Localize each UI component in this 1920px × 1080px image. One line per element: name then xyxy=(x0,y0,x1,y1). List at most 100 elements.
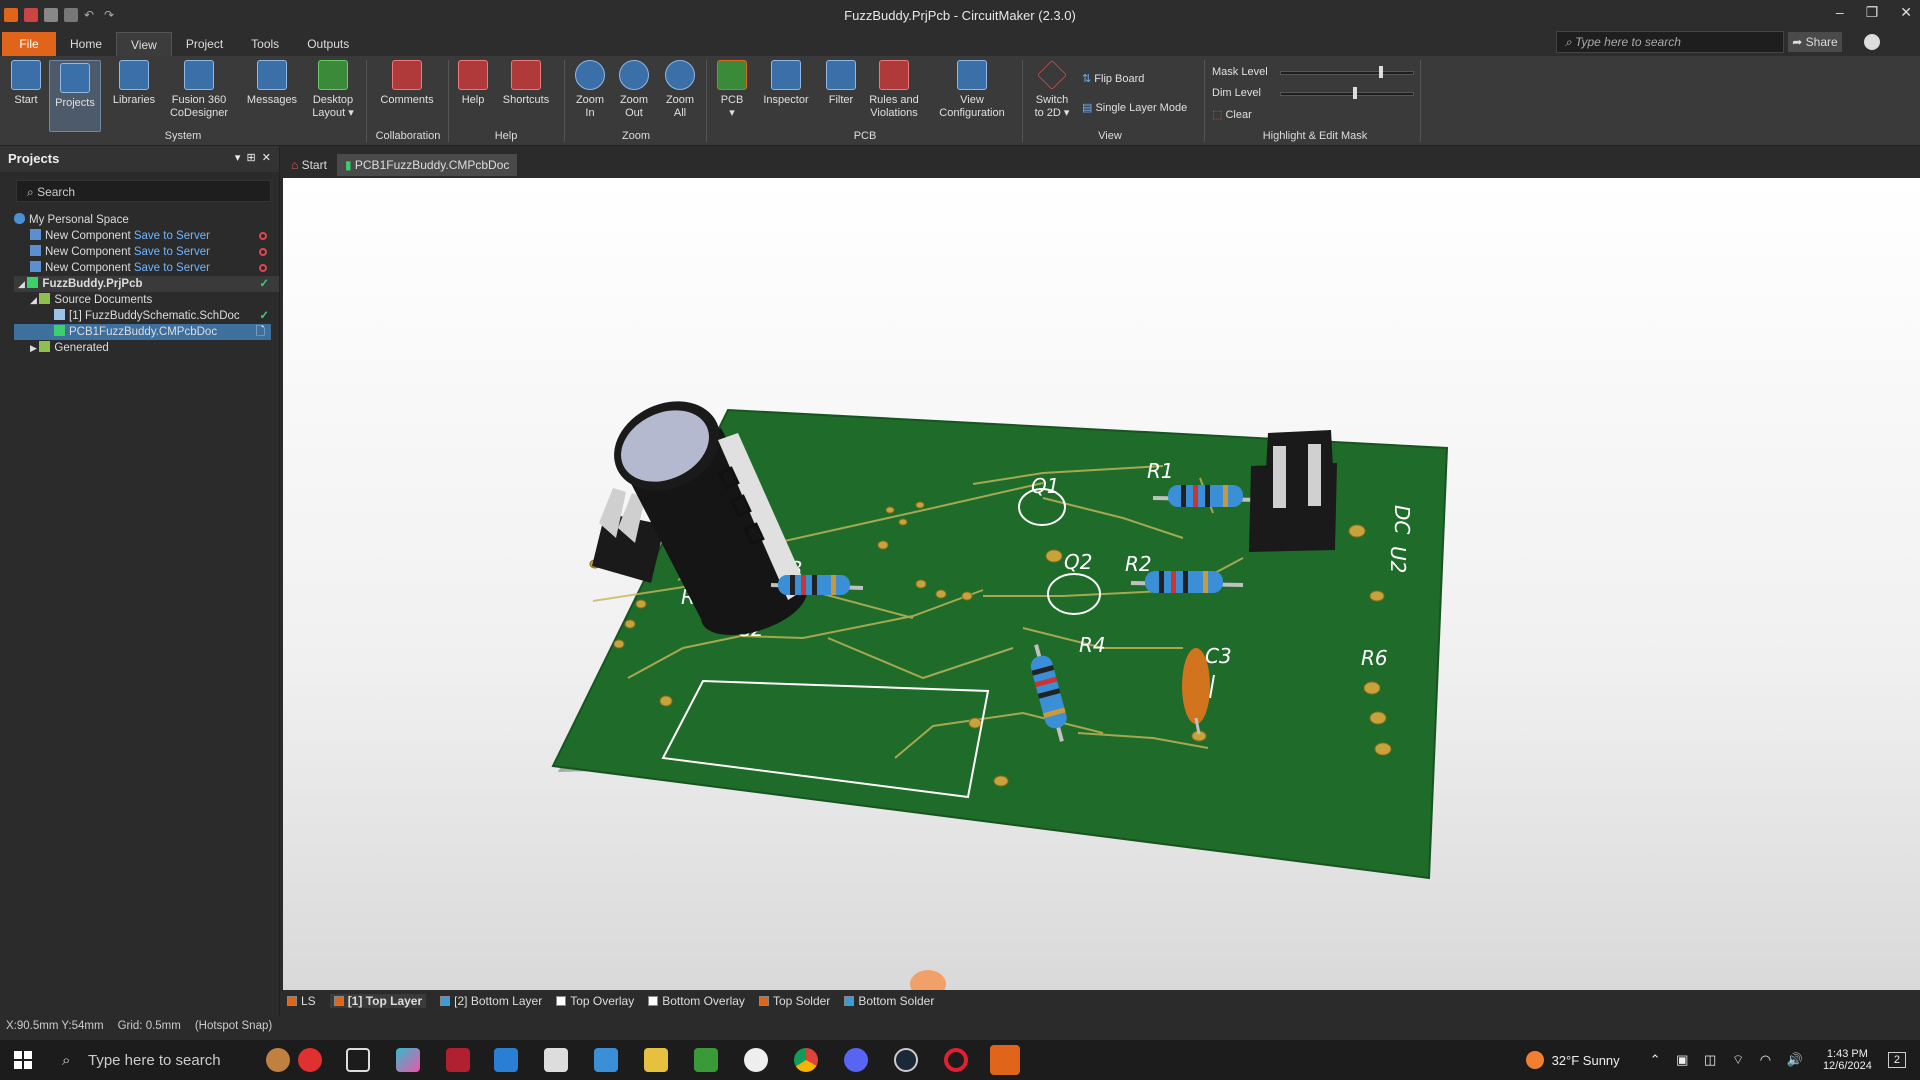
mask-level-thumb[interactable] xyxy=(1378,66,1383,78)
clear-mask-button[interactable]: ⬚ Clear xyxy=(1212,108,1252,121)
clear-label: Clear xyxy=(1225,109,1252,121)
windows-start-icon[interactable] xyxy=(14,1051,32,1069)
task-view-icon[interactable] xyxy=(346,1048,370,1072)
tree-schematic[interactable]: [1] FuzzBuddySchematic.SchDoc ✓ xyxy=(14,308,279,324)
tab-start[interactable]: ⌂ Start xyxy=(283,154,335,176)
tree-root-label: My Personal Space xyxy=(29,214,129,226)
save-all-icon[interactable] xyxy=(64,8,78,22)
opera-icon[interactable] xyxy=(944,1048,968,1072)
minimize-icon[interactable]: – xyxy=(1836,4,1844,21)
save-to-server-link[interactable]: Save to Server xyxy=(134,230,210,242)
pcb-button[interactable]: PCB ▾ xyxy=(714,60,750,120)
mail-icon[interactable] xyxy=(494,1048,518,1072)
libraries-button[interactable]: Libraries xyxy=(108,60,160,107)
discord-icon[interactable] xyxy=(844,1048,868,1072)
folder-icon[interactable] xyxy=(644,1048,668,1072)
fusion-codesigner-button[interactable]: Fusion 360 CoDesigner xyxy=(166,60,232,120)
label-q2: Q2 xyxy=(1064,550,1092,574)
collapse-icon[interactable]: ◢ xyxy=(18,279,27,289)
save-icon[interactable] xyxy=(44,8,58,22)
global-search-input[interactable]: ⌕ Type here to search xyxy=(1556,31,1784,53)
switch-to-2d-button[interactable]: Switch to 2D ▾ xyxy=(1030,60,1074,120)
view-config-icon xyxy=(957,60,987,90)
layer-tab[interactable]: Bottom Solder xyxy=(844,994,934,1008)
layer-tab[interactable]: [2] Bottom Layer xyxy=(440,994,542,1008)
undo-icon[interactable]: ↶ xyxy=(84,8,98,22)
layer-tab[interactable]: Bottom Overlay xyxy=(648,994,745,1008)
user-avatar[interactable] xyxy=(1864,34,1880,50)
app-icon[interactable] xyxy=(544,1048,568,1072)
tree-component[interactable]: New Component Save to Server xyxy=(14,260,279,276)
comments-button[interactable]: Comments xyxy=(374,60,440,107)
layer-tab[interactable]: Top Overlay xyxy=(556,994,634,1008)
zoom-in-button[interactable]: Zoom In xyxy=(572,60,608,120)
pcb-3d-canvas[interactable]: Q1 R1 DC U2 Q2 R2 R3 R5 C2 R4 C3 R6 xyxy=(283,178,1920,998)
inspector-button[interactable]: Inspector xyxy=(758,60,814,107)
mask-level-label: Mask Level xyxy=(1212,66,1268,78)
gingerbread-icon[interactable] xyxy=(266,1048,290,1072)
desktop-layout-button[interactable]: Desktop Layout ▾ xyxy=(306,60,360,120)
tab-tools[interactable]: Tools xyxy=(237,32,293,56)
tab-outputs[interactable]: Outputs xyxy=(293,32,363,56)
share-button[interactable]: ➦ Share xyxy=(1788,32,1842,52)
app-icon[interactable] xyxy=(446,1048,470,1072)
taskbar-search-input[interactable]: ⌕ Type here to search xyxy=(52,1040,272,1080)
expand-icon[interactable]: ▶ xyxy=(30,343,39,353)
store-icon[interactable] xyxy=(594,1048,618,1072)
flip-board-button[interactable]: ⇅ Flip Board xyxy=(1082,72,1144,85)
tree-pcbdoc[interactable]: PCB1FuzzBuddy.CMPcbDoc 🗋 xyxy=(14,324,271,340)
tab-pcb-document[interactable]: ▮ PCB1FuzzBuddy.CMPcbDoc xyxy=(336,154,518,176)
tree-project[interactable]: ◢ FuzzBuddy.PrjPcb ✓ xyxy=(14,276,279,292)
weather-text[interactable]: 32°F Sunny xyxy=(1552,1053,1620,1068)
messages-button[interactable]: Messages xyxy=(244,60,300,107)
panel-controls[interactable]: ▾ ⊞ ✕ xyxy=(235,151,271,167)
tree-generated[interactable]: ▶ Generated xyxy=(14,340,279,356)
projects-button[interactable]: Projects xyxy=(49,60,101,132)
close-icon[interactable]: ✕ xyxy=(1900,4,1912,21)
save-to-server-link[interactable]: Save to Server xyxy=(134,246,210,258)
tree-component[interactable]: New Component Save to Server xyxy=(14,228,279,244)
circuitmaker-icon[interactable] xyxy=(990,1045,1020,1075)
view-configuration-button[interactable]: View Configuration xyxy=(932,60,1012,120)
steam-icon[interactable] xyxy=(894,1048,918,1072)
layer-tab[interactable]: [1] Top Layer xyxy=(329,994,427,1008)
minecraft-icon[interactable] xyxy=(694,1048,718,1072)
tree-root[interactable]: My Personal Space xyxy=(14,212,279,228)
layer-tab[interactable]: LS xyxy=(287,994,316,1008)
layer-tab[interactable]: Top Solder xyxy=(758,994,831,1008)
single-layer-mode-button[interactable]: ▤ Single Layer Mode xyxy=(1082,101,1187,114)
dim-level-thumb[interactable] xyxy=(1352,87,1357,99)
clock[interactable]: 1:43 PM 12/6/2024 xyxy=(1823,1048,1872,1072)
layer-label: Top Solder xyxy=(772,994,831,1008)
window-title: FuzzBuddy.PrjPcb - CircuitMaker (2.3.0) xyxy=(844,8,1076,23)
start-button[interactable]: Start xyxy=(6,60,46,107)
zoom-out-button[interactable]: Zoom Out xyxy=(616,60,652,120)
collapse-icon[interactable]: ◢ xyxy=(30,295,39,305)
record-icon[interactable] xyxy=(298,1048,322,1072)
restore-icon[interactable]: ❐ xyxy=(1866,4,1879,21)
copilot-icon[interactable] xyxy=(396,1048,420,1072)
notification-button[interactable]: 2 xyxy=(1887,1052,1906,1068)
chrome-icon[interactable] xyxy=(794,1048,818,1072)
tab-project[interactable]: Project xyxy=(172,32,237,56)
tree-source-documents[interactable]: ◢ Source Documents xyxy=(14,292,279,308)
tab-home[interactable]: Home xyxy=(56,32,116,56)
shortcuts-button[interactable]: Shortcuts xyxy=(498,60,554,107)
open-icon[interactable] xyxy=(24,8,38,22)
filter-button[interactable]: Filter xyxy=(822,60,860,107)
panel-search-input[interactable]: ⌕ Search xyxy=(16,180,271,202)
component-icon xyxy=(30,261,41,272)
rules-violations-button[interactable]: Rules and Violations xyxy=(866,60,922,120)
save-to-server-link[interactable]: Save to Server xyxy=(134,262,210,274)
tray-icons[interactable]: ⌃ ▣ ◫ ⌔ ◠ 🔊 xyxy=(1650,1052,1809,1068)
tree-component[interactable]: New Component Save to Server xyxy=(14,244,279,260)
tab-view[interactable]: View xyxy=(116,32,172,56)
xbox-icon[interactable] xyxy=(744,1048,768,1072)
dim-level-slider[interactable] xyxy=(1280,87,1414,99)
status-snap: (Hotspot Snap) xyxy=(194,1020,273,1032)
mask-level-slider[interactable] xyxy=(1280,66,1414,78)
redo-icon[interactable]: ↷ xyxy=(104,8,118,22)
help-button[interactable]: Help xyxy=(456,60,490,107)
zoom-all-button[interactable]: Zoom All xyxy=(662,60,698,120)
tab-file[interactable]: File xyxy=(2,32,56,56)
